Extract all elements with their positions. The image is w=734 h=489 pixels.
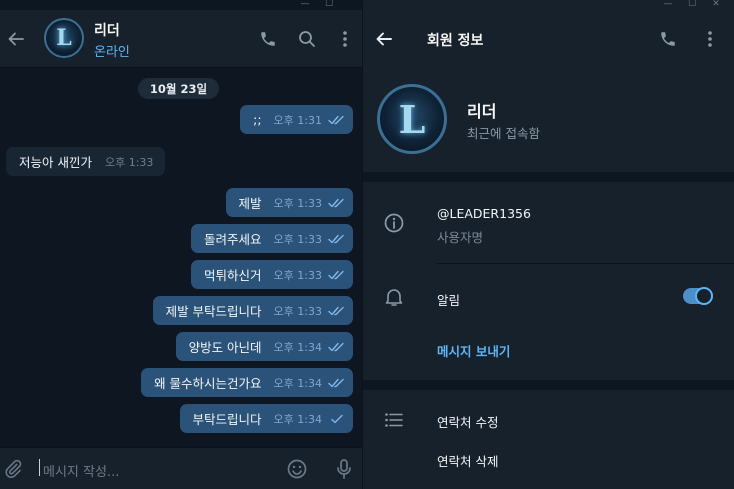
page-title: 회원 정보 <box>427 33 484 49</box>
more-vertical-icon[interactable] <box>699 28 721 50</box>
message-text: 저능아 새낀가 <box>19 155 92 170</box>
double-check-icon <box>328 306 344 315</box>
more-vertical-icon[interactable] <box>334 28 356 50</box>
list-icon <box>383 410 405 430</box>
message-text: ;; <box>253 112 262 127</box>
message-text: 양방도 아닌데 <box>188 340 262 355</box>
delete-contact-button[interactable]: 연락처 삭제 <box>437 451 498 470</box>
back-arrow-icon[interactable] <box>4 27 28 51</box>
send-message-button[interactable]: 메시지 보내기 <box>437 341 510 360</box>
bell-icon <box>384 287 404 307</box>
message-outgoing[interactable]: 먹튀하신거 오후 1:33 <box>191 260 353 289</box>
double-check-icon <box>328 234 344 243</box>
message-time: 오후 1:34 <box>273 412 322 426</box>
info-icon <box>383 212 405 234</box>
window-minimize-icon[interactable]: — <box>663 0 673 10</box>
username-label: 사용자명 <box>437 230 484 245</box>
message-outgoing[interactable]: 양방도 아닌데 오후 1:34 <box>175 332 353 361</box>
message-text: 돌려주세요 <box>204 232 262 247</box>
double-check-icon <box>328 270 344 279</box>
section-divider <box>363 380 734 390</box>
message-time: 오후 1:34 <box>273 376 322 390</box>
chat-pane: — ☐ L 리더 온라인 10월 23일 ;; 오후 1:31 저능아 새낀가 … <box>0 0 362 489</box>
back-arrow-icon[interactable] <box>373 28 395 50</box>
double-check-icon <box>328 115 344 124</box>
double-check-icon <box>328 342 344 351</box>
chat-header: L 리더 온라인 <box>0 10 362 68</box>
window-maximize-icon[interactable]: ☐ <box>324 0 334 10</box>
message-outgoing[interactable]: 돌려주세요 오후 1:33 <box>191 224 353 253</box>
message-input[interactable]: 메시지 작성... <box>43 461 119 480</box>
paperclip-icon[interactable] <box>2 458 24 480</box>
window-controls-right: — ☐ ✕ <box>663 0 721 10</box>
message-text: 제발 부탁드립니다 <box>165 304 262 319</box>
single-check-icon <box>331 414 343 423</box>
microphone-icon[interactable] <box>333 458 355 480</box>
message-text: 제발 <box>238 196 262 211</box>
peer-name[interactable]: 리더 <box>94 20 120 40</box>
profile-name: 리더 <box>467 102 497 121</box>
message-time: 오후 1:34 <box>273 340 322 354</box>
message-text: 부탁드립니다 <box>192 412 262 427</box>
avatar[interactable]: L <box>44 18 84 58</box>
message-outgoing[interactable]: 왜 물수하시는건가요 오후 1:34 <box>141 368 353 397</box>
message-text: 왜 물수하시는건가요 <box>154 376 262 391</box>
message-outgoing[interactable]: 제발 오후 1:33 <box>225 188 353 217</box>
message-time: 오후 1:31 <box>273 113 322 127</box>
message-composer: 메시지 작성... <box>0 447 362 489</box>
info-header: 회원 정보 <box>363 10 734 68</box>
toggle-knob <box>695 287 713 305</box>
notifications-label: 알림 <box>437 293 461 308</box>
window-minimize-icon[interactable]: — <box>300 0 310 10</box>
message-time: 오후 1:33 <box>273 268 322 282</box>
message-outgoing[interactable]: ;; 오후 1:31 <box>240 105 353 134</box>
profile-status: 최근에 접속함 <box>467 126 540 141</box>
section-divider <box>363 172 734 182</box>
message-incoming[interactable]: 저능아 새낀가 오후 1:33 <box>6 147 166 176</box>
window-controls-left: — ☐ <box>300 0 334 10</box>
message-time: 오후 1:33 <box>273 196 322 210</box>
window-maximize-icon[interactable]: ☐ <box>687 0 697 10</box>
message-time: 오후 1:33 <box>273 232 322 246</box>
message-outgoing[interactable]: 제발 부탁드립니다 오후 1:33 <box>152 296 353 325</box>
phone-icon[interactable] <box>257 28 279 50</box>
search-icon[interactable] <box>296 28 318 50</box>
profile-avatar[interactable]: L <box>377 84 447 154</box>
row-divider <box>437 263 734 264</box>
user-info-pane: — ☐ ✕ 회원 정보 L 리더 최근에 접속함 @LEADER1356 사용자… <box>362 0 734 489</box>
text-caret <box>39 459 40 476</box>
window-close-icon[interactable]: ✕ <box>711 0 721 10</box>
message-text: 먹튀하신거 <box>204 268 262 283</box>
phone-icon[interactable] <box>657 28 679 50</box>
notifications-toggle[interactable] <box>683 287 713 305</box>
message-time: 오후 1:33 <box>104 155 154 169</box>
emoji-icon[interactable] <box>286 458 308 480</box>
double-check-icon <box>328 198 344 207</box>
peer-status: 온라인 <box>94 45 130 60</box>
edit-contact-button[interactable]: 연락처 수정 <box>437 412 498 431</box>
message-outgoing[interactable]: 부탁드립니다 오후 1:34 <box>179 404 353 433</box>
message-time: 오후 1:33 <box>273 304 322 318</box>
date-chip: 10월 23일 <box>138 78 219 99</box>
username-value[interactable]: @LEADER1356 <box>437 206 531 221</box>
double-check-icon <box>328 378 344 387</box>
